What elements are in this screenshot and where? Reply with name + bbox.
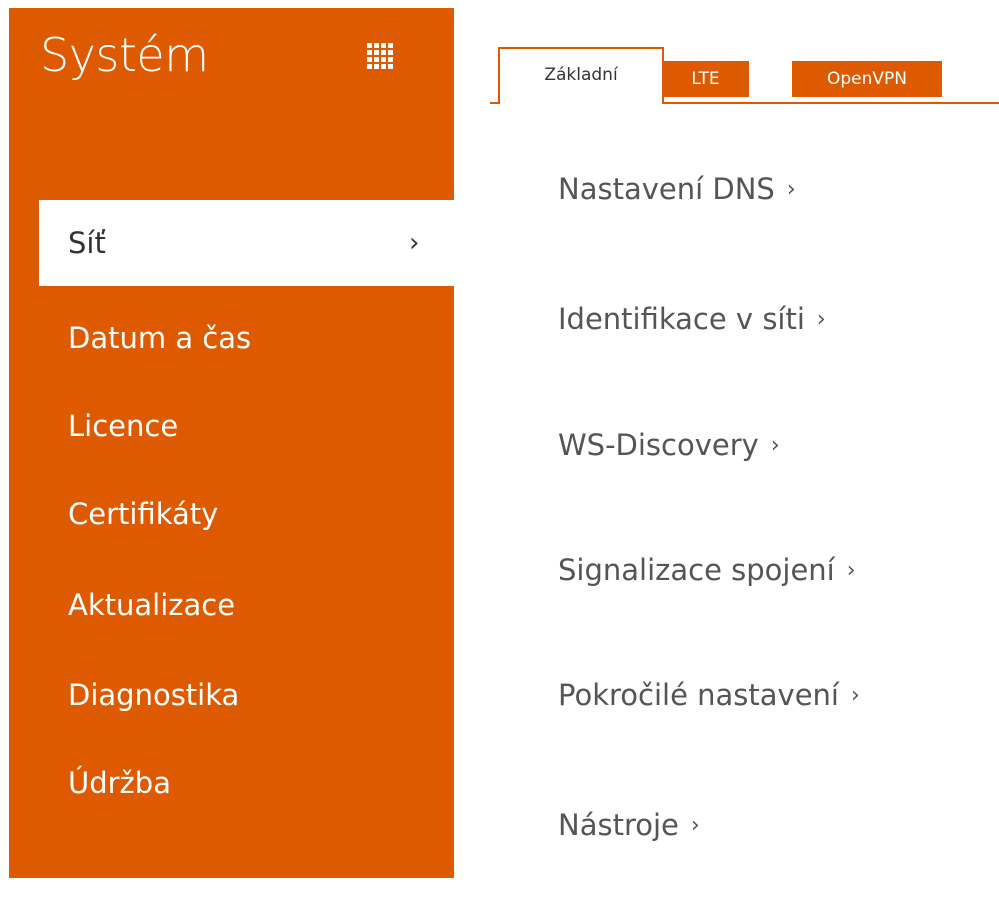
tab-bar: Základní LTE OpenVPN <box>490 47 999 105</box>
page: Systém Síť › Datum a čas Licence Certifi… <box>0 0 999 898</box>
sidebar-item-label: Certifikáty <box>68 497 219 531</box>
sidebar: Systém Síť › Datum a čas Licence Certifi… <box>9 8 463 878</box>
link-signalizace-spojeni[interactable]: Signalizace spojení › <box>558 553 856 587</box>
sidebar-item-label: Licence <box>68 409 179 443</box>
link-ws-discovery[interactable]: WS-Discovery › <box>558 428 780 462</box>
sidebar-title: Systém <box>40 28 209 82</box>
link-pokrocile-nastaveni[interactable]: Pokročilé nastavení › <box>558 678 860 712</box>
sidebar-item-datum-a-cas[interactable]: Datum a čas <box>9 295 454 381</box>
link-label: Nástroje <box>558 808 679 842</box>
sidebar-item-label: Datum a čas <box>68 321 252 355</box>
tab-zakladni[interactable]: Základní <box>498 47 664 104</box>
chevron-right-icon: › <box>786 177 796 202</box>
sidebar-item-label: Aktualizace <box>68 588 236 622</box>
sidebar-item-udrzba[interactable]: Údržba <box>9 740 454 826</box>
sidebar-item-diagnostika[interactable]: Diagnostika <box>9 652 454 738</box>
sidebar-item-label: Síť <box>68 226 106 260</box>
sidebar-item-sit[interactable]: Síť › <box>39 200 463 286</box>
link-label: Signalizace spojení <box>558 553 835 587</box>
tab-openvpn[interactable]: OpenVPN <box>792 61 942 97</box>
sidebar-item-label: Diagnostika <box>68 678 240 712</box>
link-label: Nastavení DNS <box>558 172 775 206</box>
chevron-right-icon: › <box>850 683 860 708</box>
chevron-right-icon: › <box>846 558 856 583</box>
chevron-right-icon: › <box>409 228 420 258</box>
link-nastroje[interactable]: Nástroje › <box>558 808 700 842</box>
chevron-right-icon: › <box>690 813 700 838</box>
link-label: Pokročilé nastavení <box>558 678 839 712</box>
link-label: Identifikace v síti <box>558 302 805 336</box>
apps-grid-icon[interactable] <box>367 43 393 69</box>
link-nastaveni-dns[interactable]: Nastavení DNS › <box>558 172 796 206</box>
link-label: WS-Discovery <box>558 428 759 462</box>
link-identifikace-v-siti[interactable]: Identifikace v síti › <box>558 302 826 336</box>
sidebar-item-label: Údržba <box>68 766 171 800</box>
chevron-right-icon: › <box>770 433 780 458</box>
sidebar-item-certifikaty[interactable]: Certifikáty <box>9 471 454 557</box>
sidebar-item-licence[interactable]: Licence <box>9 383 454 469</box>
tab-lte[interactable]: LTE <box>662 61 749 97</box>
chevron-right-icon: › <box>816 307 826 332</box>
sidebar-item-aktualizace[interactable]: Aktualizace <box>9 562 454 648</box>
